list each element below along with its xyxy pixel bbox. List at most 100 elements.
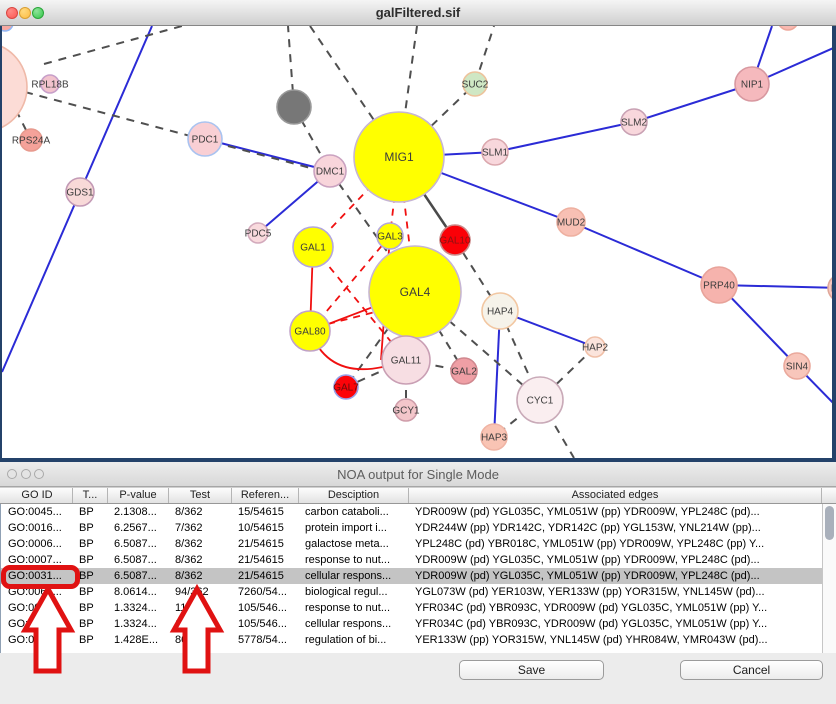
cell-p_value: 1.428E... <box>109 632 170 648</box>
node-label-HAP2: HAP2 <box>582 343 609 354</box>
node-label-HAP3: HAP3 <box>481 433 508 444</box>
edge-blue[interactable] <box>399 84 752 157</box>
table-row[interactable]: GO:0016...BP6.2567...7/36210/54615protei… <box>1 520 822 536</box>
cell-edges: YDR244W (pp) YDR142C, YDR142C (pp) YGL15… <box>410 520 822 536</box>
cell-description: cellular respons... <box>300 616 410 632</box>
cell-p_value: 1.3324... <box>109 616 170 632</box>
cell-reference: 21/54615 <box>233 536 300 552</box>
cell-edges: YFR034C (pd) YBR093C, YDR009W (pd) YGL03… <box>410 600 822 616</box>
cell-reference: 15/54615 <box>233 504 300 520</box>
noa-window-titlebar[interactable]: NOA output for Single Mode <box>0 462 836 487</box>
node-label-SIN4: SIN4 <box>786 362 809 373</box>
node-big-left[interactable] <box>2 42 27 132</box>
edge-blue[interactable] <box>719 285 832 408</box>
column-header-1[interactable]: T... <box>73 488 108 503</box>
node-label-GAL2: GAL2 <box>451 367 477 378</box>
table-row[interactable]: GO:0031...BP1.3324...11/362105/546...res… <box>1 600 822 616</box>
cell-test: 11/362 <box>170 600 233 616</box>
cell-edges: YDR009W (pd) YGL035C, YML051W (pp) YDR00… <box>410 504 822 520</box>
node-label-RPS24A: RPS24A <box>12 136 51 147</box>
node-label-GAL7: GAL7 <box>333 383 359 394</box>
network-canvas[interactable]: RPL18BRPS24AGDS1PDC1DMC1SUC2MIG1SLM1SLM2… <box>0 26 836 462</box>
cell-reference: 21/54615 <box>233 568 300 584</box>
cell-go_id: GO:0031... <box>3 616 74 632</box>
cell-type: BP <box>74 632 109 648</box>
cell-type: BP <box>74 568 109 584</box>
noa-window-title: NOA output for Single Mode <box>0 462 836 487</box>
node-topright-frag[interactable] <box>778 26 798 30</box>
column-header-3[interactable]: Test <box>169 488 232 503</box>
node-label-PDC5: PDC5 <box>245 229 272 240</box>
table-scrollbar[interactable] <box>822 504 836 653</box>
node-label-MUD2: MUD2 <box>557 218 586 229</box>
node-label-GAL3: GAL3 <box>377 232 403 243</box>
column-header-2[interactable]: P-value <box>108 488 169 503</box>
table-row[interactable]: GO:0045...BP2.1308...8/36215/54615carbon… <box>1 504 822 520</box>
table-row[interactable]: GO:0031...BP6.5087...8/36221/54615cellul… <box>1 568 822 584</box>
cell-description: response to nut... <box>300 600 410 616</box>
cancel-button[interactable]: Cancel <box>680 660 823 680</box>
network-graph: RPL18BRPS24AGDS1PDC1DMC1SUC2MIG1SLM1SLM2… <box>2 26 832 458</box>
cell-type: BP <box>74 504 109 520</box>
node-label-GAL4: GAL4 <box>400 285 431 299</box>
cell-test: 11/362 <box>170 616 233 632</box>
node-label-SUC2: SUC2 <box>462 80 489 91</box>
column-header-4[interactable]: Referen... <box>232 488 299 503</box>
cell-reference: 7260/54... <box>233 584 300 600</box>
cell-reference: 105/546... <box>233 616 300 632</box>
cell-description: regulation of bi... <box>300 632 410 648</box>
table-row[interactable]: GO:0006...BP6.5087...8/36221/54615galact… <box>1 536 822 552</box>
node-label-NIP1: NIP1 <box>741 80 764 91</box>
network-window-titlebar[interactable]: galFiltered.sif <box>0 0 836 26</box>
cell-type: BP <box>74 600 109 616</box>
cell-description: response to nut... <box>300 552 410 568</box>
cell-description: biological regul... <box>300 584 410 600</box>
cell-description: protein import i... <box>300 520 410 536</box>
cell-edges: YER133W (pp) YOR315W, YNL145W (pd) YHR08… <box>410 632 822 648</box>
cell-go_id: GO:0065... <box>3 584 74 600</box>
node-label-MIG1: MIG1 <box>384 150 414 164</box>
results-table-body: GO:0045...BP2.1308...8/36215/54615carbon… <box>0 504 822 653</box>
node-label-MSN: MSN <box>831 284 832 295</box>
node-gray-node[interactable] <box>277 90 311 124</box>
cell-type: BP <box>74 536 109 552</box>
cell-test: 8/362 <box>170 504 233 520</box>
cell-edges: YFR034C (pd) YBR093C, YDR009W (pd) YGL03… <box>410 616 822 632</box>
cell-p_value: 1.3324... <box>109 600 170 616</box>
cell-reference: 21/54615 <box>233 552 300 568</box>
edge-blue[interactable] <box>205 139 330 171</box>
column-header-5[interactable]: Desciption <box>299 488 409 503</box>
cell-test: 94/362 <box>170 584 233 600</box>
edge-dash[interactable] <box>25 92 318 170</box>
cell-type: BP <box>74 520 109 536</box>
node-label-GAL11: GAL11 <box>391 356 422 367</box>
cell-type: BP <box>74 616 109 632</box>
node-corner-frag[interactable] <box>2 26 13 31</box>
cell-type: BP <box>74 552 109 568</box>
column-header-6[interactable]: Associated edges <box>409 488 822 503</box>
screen: galFiltered.sif RPL18BRPS24AGDS1PDC1DMC1… <box>0 0 836 704</box>
cell-go_id: GO:0016... <box>3 520 74 536</box>
noa-output-window: NOA output for Single Mode GO IDT...P-va… <box>0 462 836 704</box>
table-row[interactable]: GO:0050...BP1.428E...80/3625778/54...reg… <box>1 632 822 648</box>
cell-reference: 10/54615 <box>233 520 300 536</box>
cell-p_value: 6.2567... <box>109 520 170 536</box>
node-label-PRP40: PRP40 <box>703 281 735 292</box>
save-button[interactable]: Save <box>459 660 604 680</box>
cell-reference: 5778/54... <box>233 632 300 648</box>
table-row[interactable]: GO:0031...BP1.3324...11/362105/546...cel… <box>1 616 822 632</box>
cell-edges: YPL248C (pd) YBR018C, YML051W (pp) YDR00… <box>410 536 822 552</box>
cell-description: carbon cataboli... <box>300 504 410 520</box>
edge-dash[interactable] <box>44 26 182 64</box>
cell-test: 7/362 <box>170 520 233 536</box>
cell-go_id: GO:0031... <box>3 600 74 616</box>
node-label-PDC1: PDC1 <box>192 135 219 146</box>
table-row[interactable]: GO:0065...BP8.0614...94/3627260/54...bio… <box>1 584 822 600</box>
edge-blue[interactable] <box>494 311 500 437</box>
cell-description: galactose meta... <box>300 536 410 552</box>
node-label-GCY1: GCY1 <box>392 406 420 417</box>
column-header-0[interactable]: GO ID <box>2 488 73 503</box>
scrollbar-thumb[interactable] <box>825 506 834 540</box>
node-label-RPL18B: RPL18B <box>31 80 69 91</box>
table-row[interactable]: GO:0007...BP6.5087...8/36221/54615respon… <box>1 552 822 568</box>
